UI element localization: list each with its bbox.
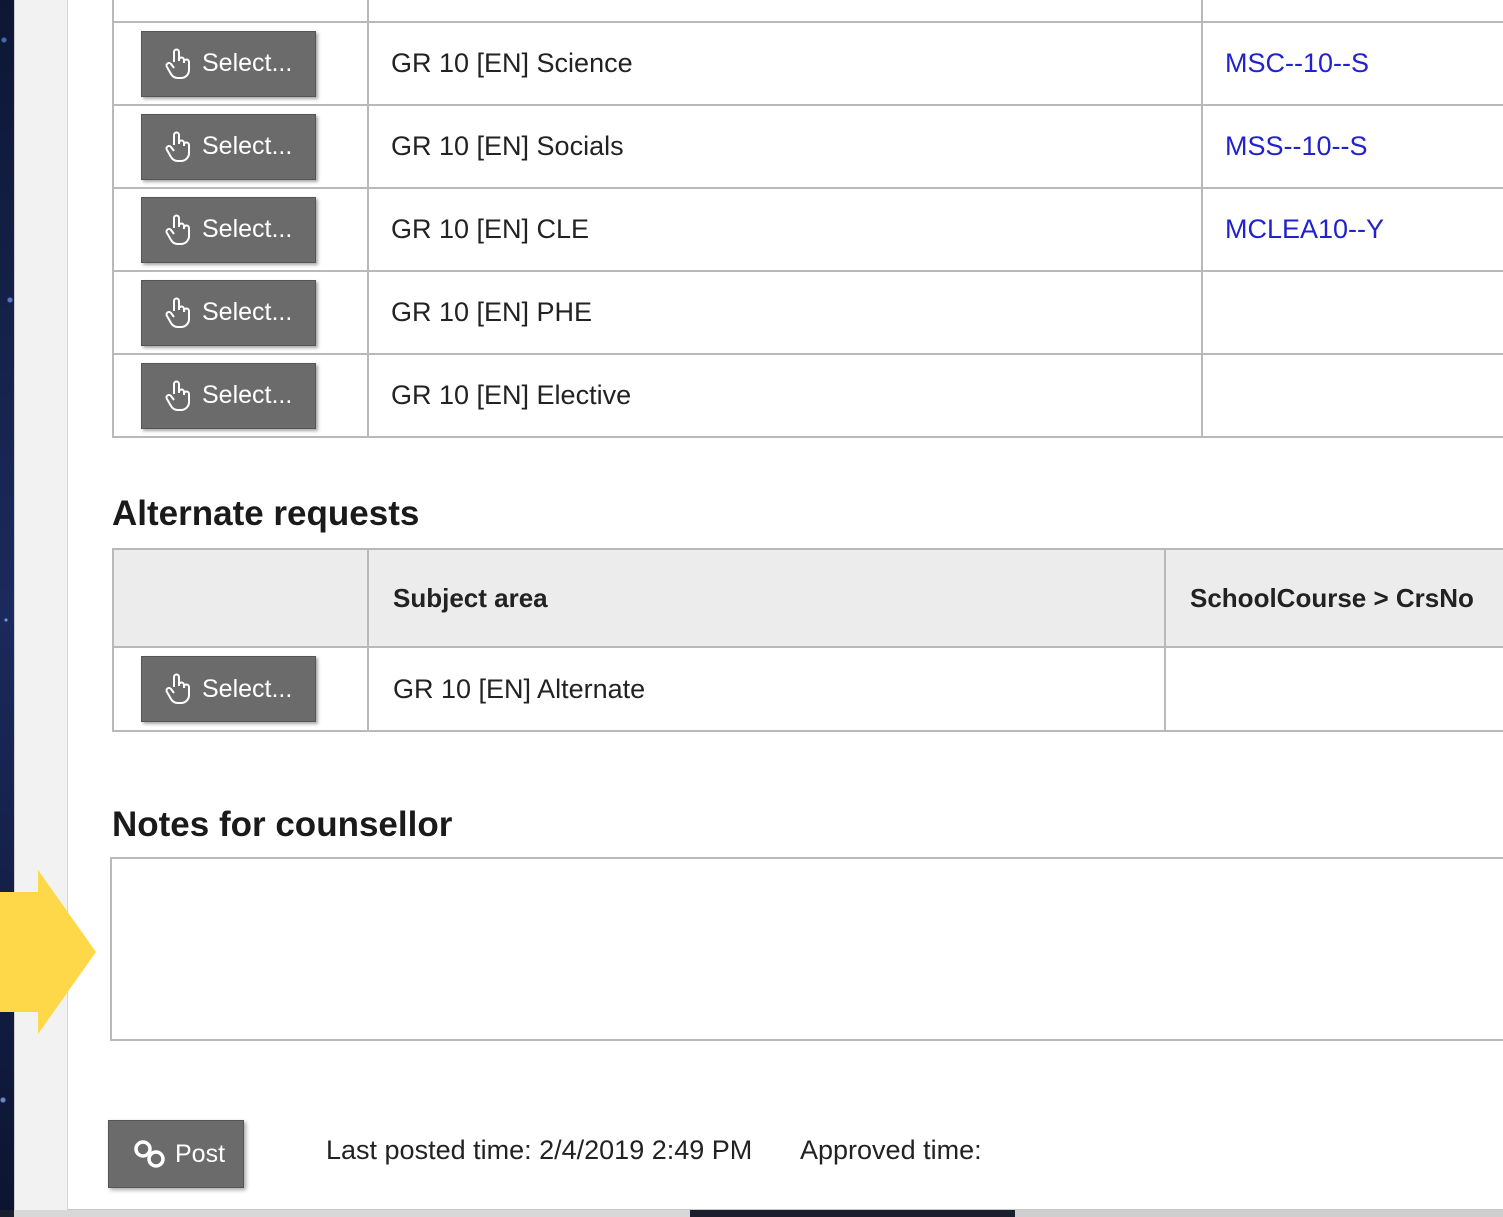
- course-code-cell: [1201, 353, 1503, 438]
- select-button[interactable]: Select...: [141, 113, 316, 180]
- table-row: [112, 0, 1503, 23]
- subject-cell: GR 10 [EN] Elective: [367, 353, 1203, 438]
- select-button[interactable]: Select...: [141, 656, 316, 722]
- approved-time: Approved time:: [800, 1135, 982, 1165]
- pointing-hand-icon: [165, 297, 190, 328]
- select-button[interactable]: Select...: [141, 30, 316, 97]
- subject-cell: GR 10 [EN] CLE: [367, 187, 1203, 272]
- post-button[interactable]: Post: [108, 1120, 244, 1188]
- course-requests-table: Select... GR 10 [EN] Science MSC--10--S …: [112, 0, 1503, 438]
- bottom-strip: [0, 1210, 1503, 1217]
- course-code-cell: [1201, 270, 1503, 355]
- table-row: Select... GR 10 [EN] Science MSC--10--S: [112, 21, 1503, 106]
- subject-cell: GR 10 [EN] PHE: [367, 270, 1203, 355]
- subject-cell: GR 10 [EN] Socials: [367, 104, 1203, 189]
- post-button-label: Post: [175, 1139, 226, 1168]
- last-posted-time: Last posted time: 2/4/2019 2:49 PM: [326, 1135, 753, 1165]
- column-header-course-number: SchoolCourse > CrsNo: [1164, 548, 1503, 648]
- table-row: Select... GR 10 [EN] Alternate: [112, 646, 1503, 732]
- course-code-cell: [1164, 646, 1503, 732]
- notes-heading: Notes for counsellor: [112, 805, 453, 844]
- pointing-hand-icon: [165, 48, 190, 79]
- course-code-link[interactable]: MSS--10--S: [1201, 104, 1503, 189]
- alternate-requests-heading: Alternate requests: [112, 494, 420, 533]
- pointing-hand-icon: [165, 380, 190, 411]
- subject-cell: GR 10 [EN] Science: [367, 21, 1203, 106]
- arrow-right-icon: [0, 870, 96, 1034]
- pointing-hand-icon: [165, 131, 190, 162]
- table-row: Select... GR 10 [EN] PHE: [112, 270, 1503, 355]
- select-button[interactable]: Select...: [141, 279, 316, 346]
- alternate-requests-table: Subject area SchoolCourse > CrsNo Select…: [112, 548, 1503, 732]
- link-icon: [134, 1140, 165, 1168]
- table-row: Select... GR 10 [EN] Socials MSS--10--S: [112, 104, 1503, 189]
- select-button-label: Select...: [202, 132, 293, 160]
- column-header-subject-area: Subject area: [367, 548, 1166, 648]
- course-code-link[interactable]: MCLEA10--Y: [1201, 187, 1503, 272]
- select-button-label: Select...: [202, 381, 293, 409]
- table-header-row: Subject area SchoolCourse > CrsNo: [112, 548, 1503, 648]
- select-button[interactable]: Select...: [141, 196, 316, 263]
- notes-textarea[interactable]: [110, 857, 1503, 1041]
- select-button-label: Select...: [202, 298, 293, 326]
- select-button-label: Select...: [202, 215, 293, 243]
- pointing-hand-icon: [165, 673, 190, 705]
- table-row: Select... GR 10 [EN] Elective: [112, 353, 1503, 438]
- pointing-hand-icon: [165, 214, 190, 245]
- course-code-link[interactable]: MSC--10--S: [1201, 21, 1503, 106]
- select-button-label: Select...: [202, 674, 293, 703]
- select-button[interactable]: Select...: [141, 362, 316, 429]
- subject-cell: GR 10 [EN] Alternate: [367, 646, 1166, 732]
- column-header: [112, 548, 369, 648]
- table-row: Select... GR 10 [EN] CLE MCLEA10--Y: [112, 187, 1503, 272]
- select-button-label: Select...: [202, 49, 293, 77]
